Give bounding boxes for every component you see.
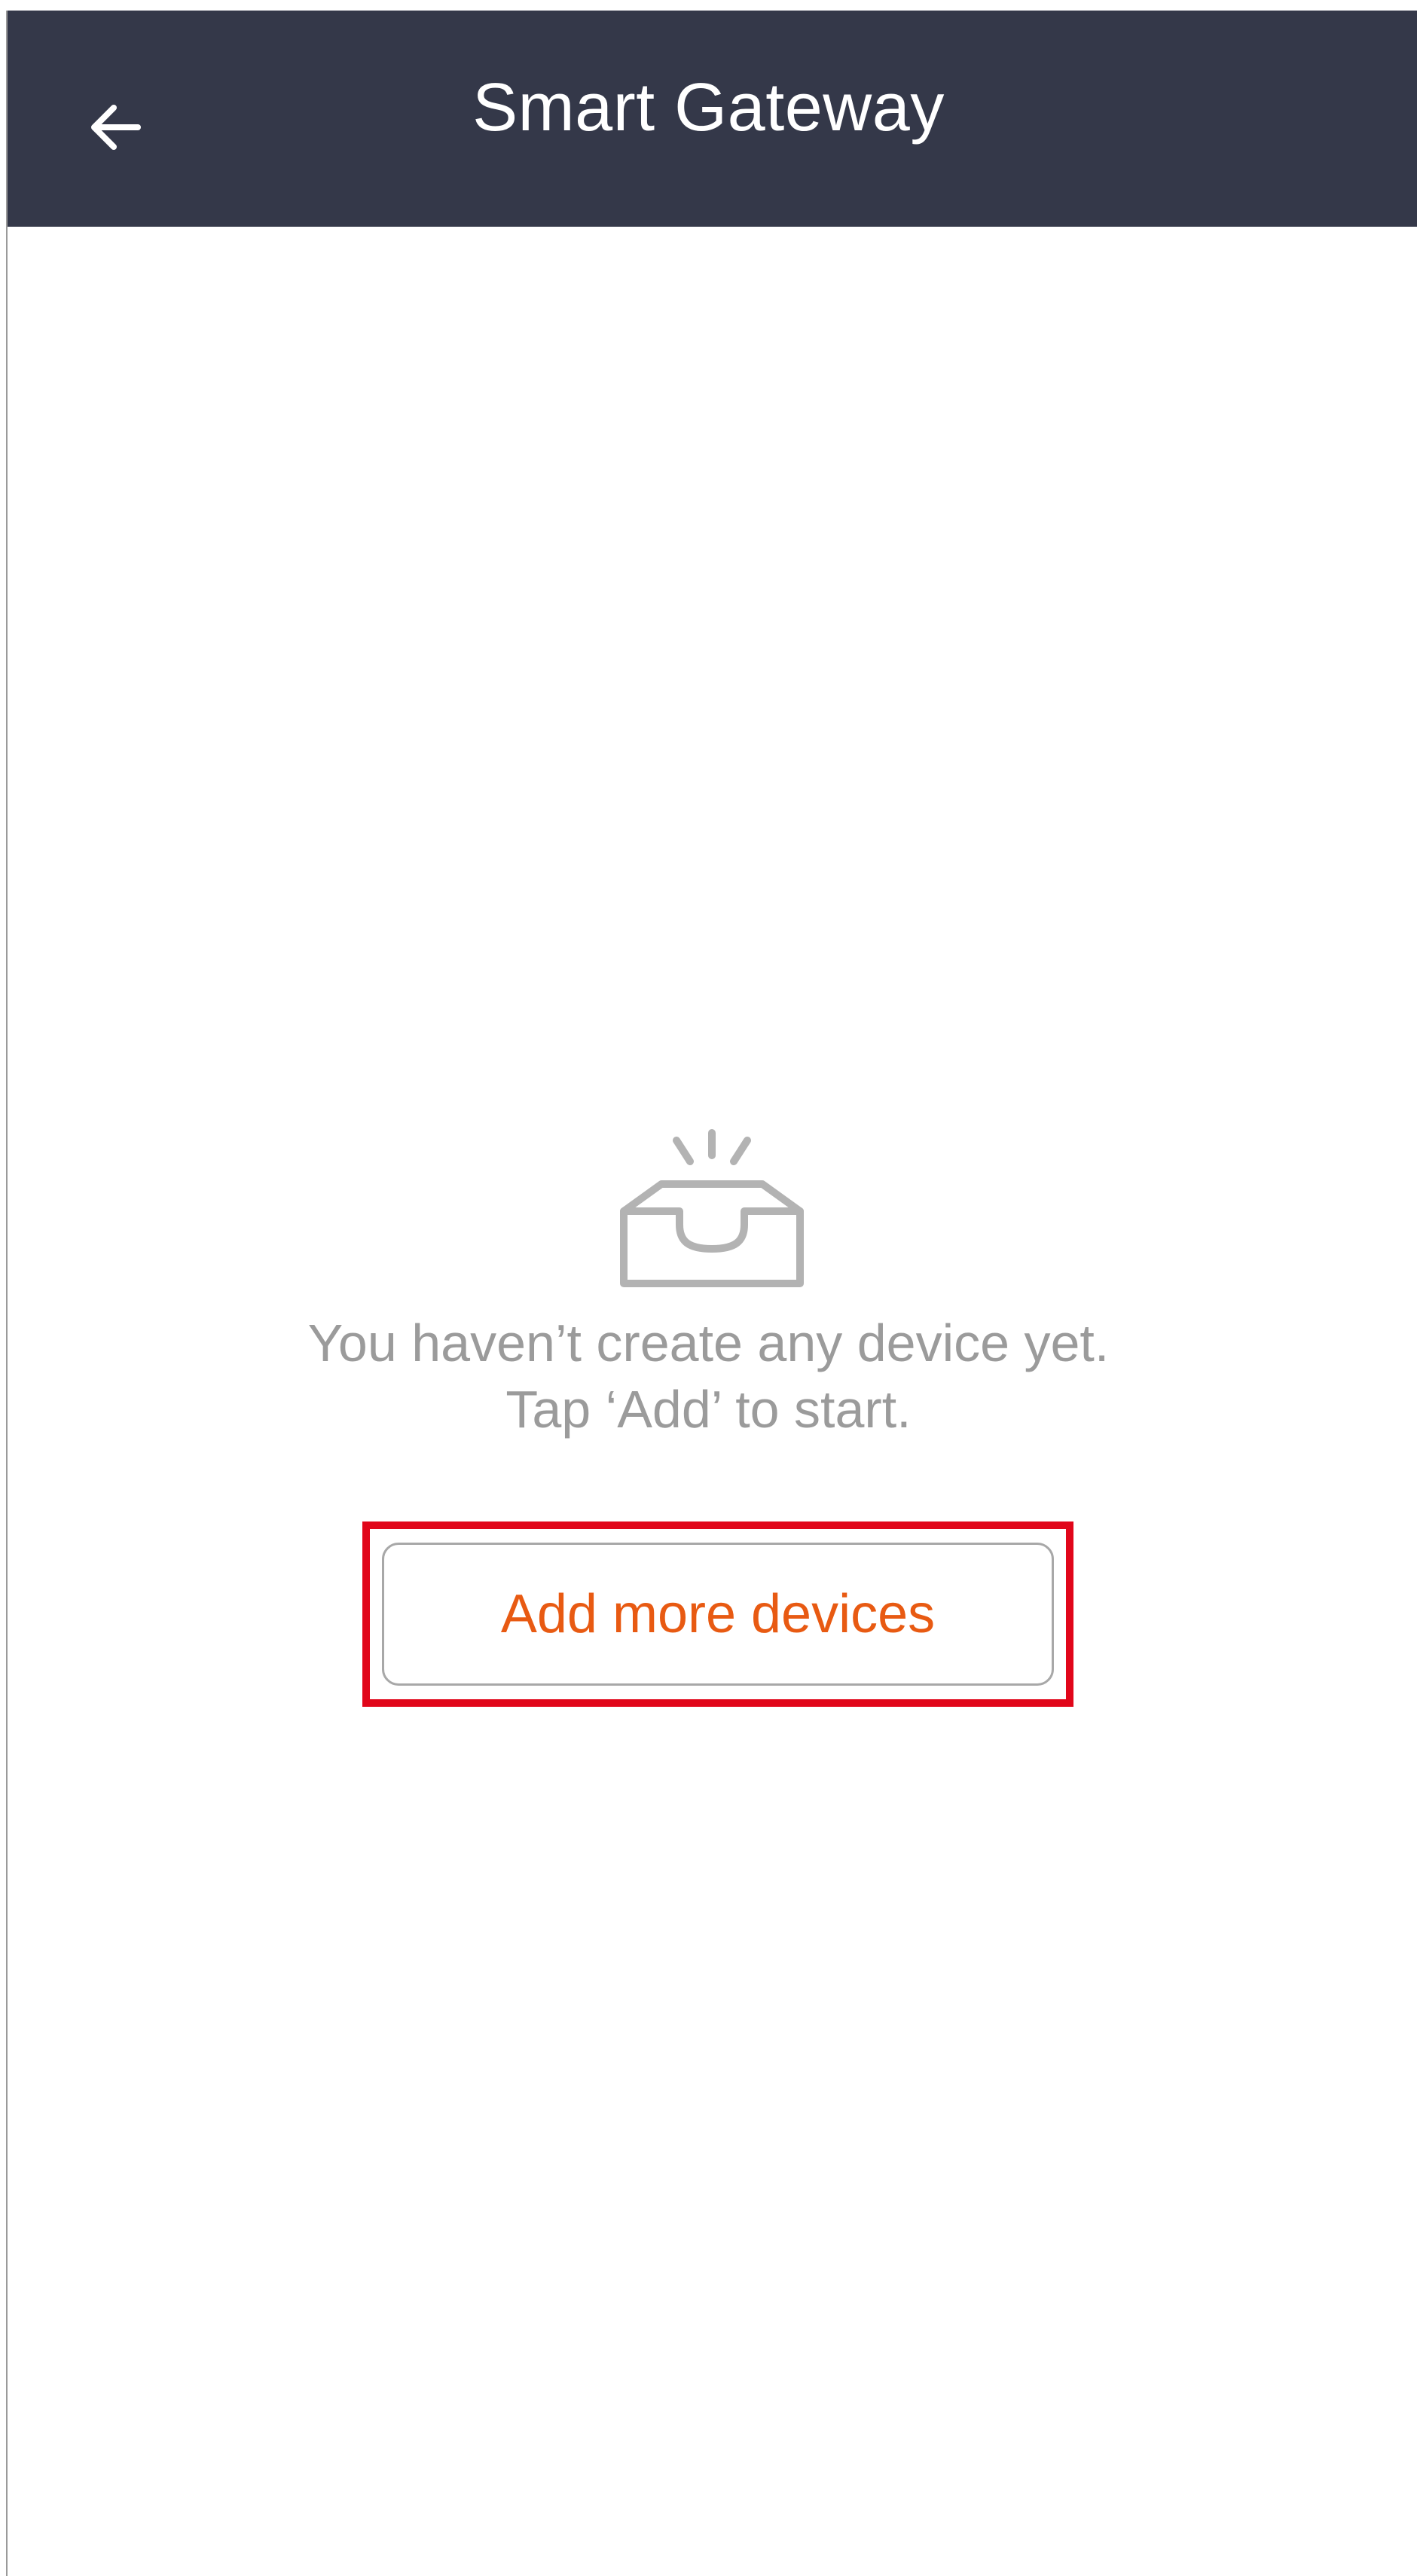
arrow-left-icon bbox=[91, 105, 141, 150]
top-strip bbox=[0, 0, 1417, 11]
back-button[interactable] bbox=[75, 86, 158, 169]
empty-state-message: You haven’t create any device yet. bbox=[307, 1314, 1110, 1372]
app-header bbox=[8, 11, 1417, 227]
empty-state-hint: Tap ‘Add’ to start. bbox=[505, 1380, 912, 1439]
empty-inbox-icon bbox=[620, 1129, 804, 1287]
add-more-devices-button[interactable]: Add more devices bbox=[382, 1543, 1054, 1686]
